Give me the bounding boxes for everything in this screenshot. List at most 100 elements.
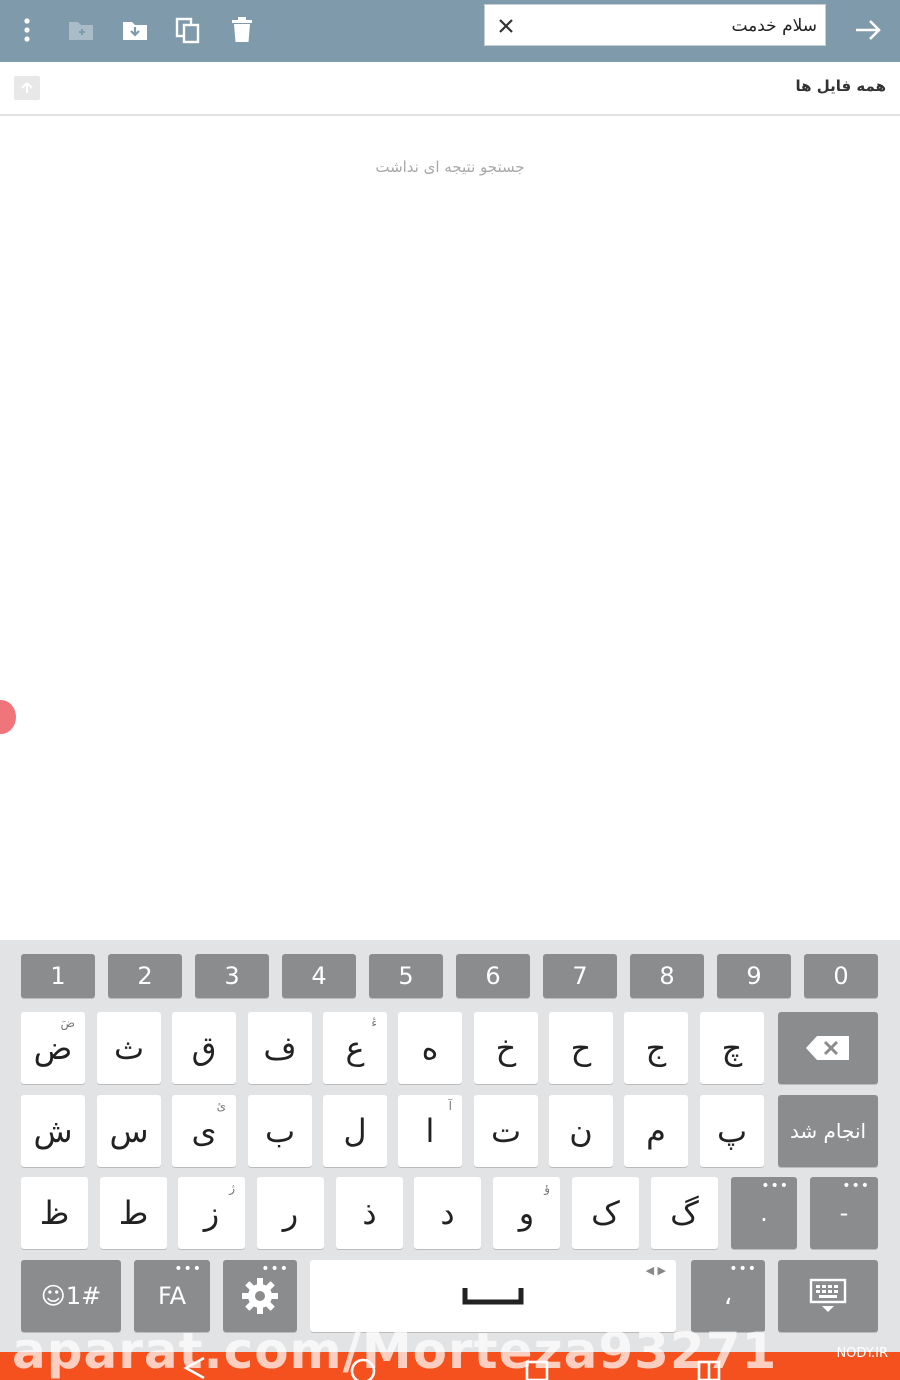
more-vert-icon [24,18,30,42]
copy-icon [175,17,200,44]
key-hint: ءٔ [371,1016,377,1030]
key-char: ط [118,1194,149,1232]
key-char: ر [282,1194,299,1232]
key-letter[interactable]: ق [172,1012,236,1084]
key-letter[interactable]: ف [248,1012,312,1084]
key-char: FA [157,1282,187,1310]
key-char: ق [191,1029,217,1067]
key-letter[interactable]: ط [100,1177,167,1249]
space-bar-icon [462,1288,524,1305]
key-letter[interactable]: ث [97,1012,161,1084]
copy-button[interactable] [166,8,210,52]
key-6[interactable]: 6 [456,954,530,998]
empty-results-message: جستجو نتیجه ای نداشت [375,158,525,176]
search-box [484,4,826,46]
key-letter[interactable]: ل [323,1095,387,1167]
key-letter[interactable]: ع ءٔ [323,1012,387,1084]
key-char: ی [191,1112,217,1150]
key-letter[interactable]: ش [21,1095,85,1167]
key-letter[interactable]: چ [700,1012,764,1084]
key-char: . [760,1199,768,1227]
more-dots: ••• [174,1261,202,1277]
key-char: ذ [362,1194,377,1232]
key-9[interactable]: 9 [717,954,791,998]
key-char: ه [421,1029,439,1067]
floating-button-edge[interactable] [0,700,16,734]
key-char: ا [425,1112,435,1150]
soft-keyboard: 1 2 3 4 5 6 7 8 9 0 ض ضَ ث ق ف ع ءٔ ه خ ح … [0,940,900,1352]
key-5[interactable]: 5 [369,954,443,998]
key-hint: ؤ [544,1181,550,1195]
key-4[interactable]: 4 [282,954,356,998]
clear-icon [499,19,513,33]
key-letter[interactable]: ح [549,1012,613,1084]
key-char: - [839,1199,849,1227]
backspace-key[interactable] [778,1012,878,1084]
key-char: ز [203,1194,220,1232]
key-0[interactable]: 0 [804,954,878,998]
key-letter[interactable]: پ [700,1095,764,1167]
key-letter[interactable]: گ [651,1177,718,1249]
key-char: ح [570,1029,592,1067]
key-letter[interactable]: س [97,1095,161,1167]
key-hint: ضَ [60,1016,75,1030]
key-letter[interactable]: ت [474,1095,538,1167]
key-hint: ئ [216,1099,226,1113]
cursor-arrows-icon: ◀ ▶ [645,1264,666,1277]
key-char: پ [716,1112,748,1150]
key-letter[interactable]: ج [624,1012,688,1084]
key-letter[interactable]: ک [572,1177,639,1249]
key-letter[interactable]: ذ [336,1177,403,1249]
more-dots: ••• [842,1178,870,1194]
more-options-button[interactable] [5,8,49,52]
more-dots: ••• [261,1261,289,1277]
clear-search-button[interactable] [489,9,523,43]
site-logo: NODY.IR [836,1346,888,1361]
key-letter[interactable]: ب [248,1095,312,1167]
done-key[interactable]: انجام شد [778,1095,878,1167]
key-char: م [646,1112,666,1150]
key-letter[interactable]: وؤ [493,1177,560,1249]
download-button[interactable] [113,8,157,52]
key-char: و [518,1194,535,1232]
path-title: همه فایل ها [795,77,886,95]
key-letter[interactable]: ه [398,1012,462,1084]
key-char: ک [591,1194,620,1232]
key-8[interactable]: 8 [630,954,704,998]
top-toolbar [0,0,900,62]
key-letter[interactable]: ظ [21,1177,88,1249]
key-letter[interactable]: ض ضَ [21,1012,85,1084]
key-letter[interactable]: د [414,1177,481,1249]
key-letter[interactable]: زژ [178,1177,245,1249]
key-char: ف [263,1029,297,1067]
watermark-text: aparat.com/Morteza93271 [12,1322,778,1380]
search-submit-button[interactable] [846,8,890,52]
new-folder-icon [69,22,93,40]
key-char: ع [345,1029,365,1067]
key-letter[interactable]: م [624,1095,688,1167]
gear-icon [242,1278,278,1314]
dash-key[interactable]: ••• - [810,1177,878,1249]
key-letter[interactable]: خ [474,1012,538,1084]
key-letter[interactable]: یئ [172,1095,236,1167]
delete-button[interactable] [220,8,264,52]
path-bar: همه فایل ها [0,62,900,116]
period-key[interactable]: •••. [731,1177,797,1249]
key-char: ب [264,1112,296,1150]
key-letter[interactable]: ر [257,1177,324,1249]
new-folder-button[interactable] [59,8,103,52]
key-hint: ژ [229,1181,235,1195]
search-input[interactable] [525,9,817,43]
key-7[interactable]: 7 [543,954,617,998]
key-3[interactable]: 3 [195,954,269,998]
folder-up-icon [21,82,33,93]
key-1[interactable]: 1 [21,954,95,998]
navigate-up-button[interactable] [14,76,40,100]
key-letter[interactable]: اآ [398,1095,462,1167]
key-char: چ [721,1029,743,1067]
key-letter[interactable]: ن [549,1095,613,1167]
key-char: ش [33,1112,73,1150]
key-char: ل [343,1112,367,1150]
key-2[interactable]: 2 [108,954,182,998]
key-hint: آ [448,1099,452,1113]
